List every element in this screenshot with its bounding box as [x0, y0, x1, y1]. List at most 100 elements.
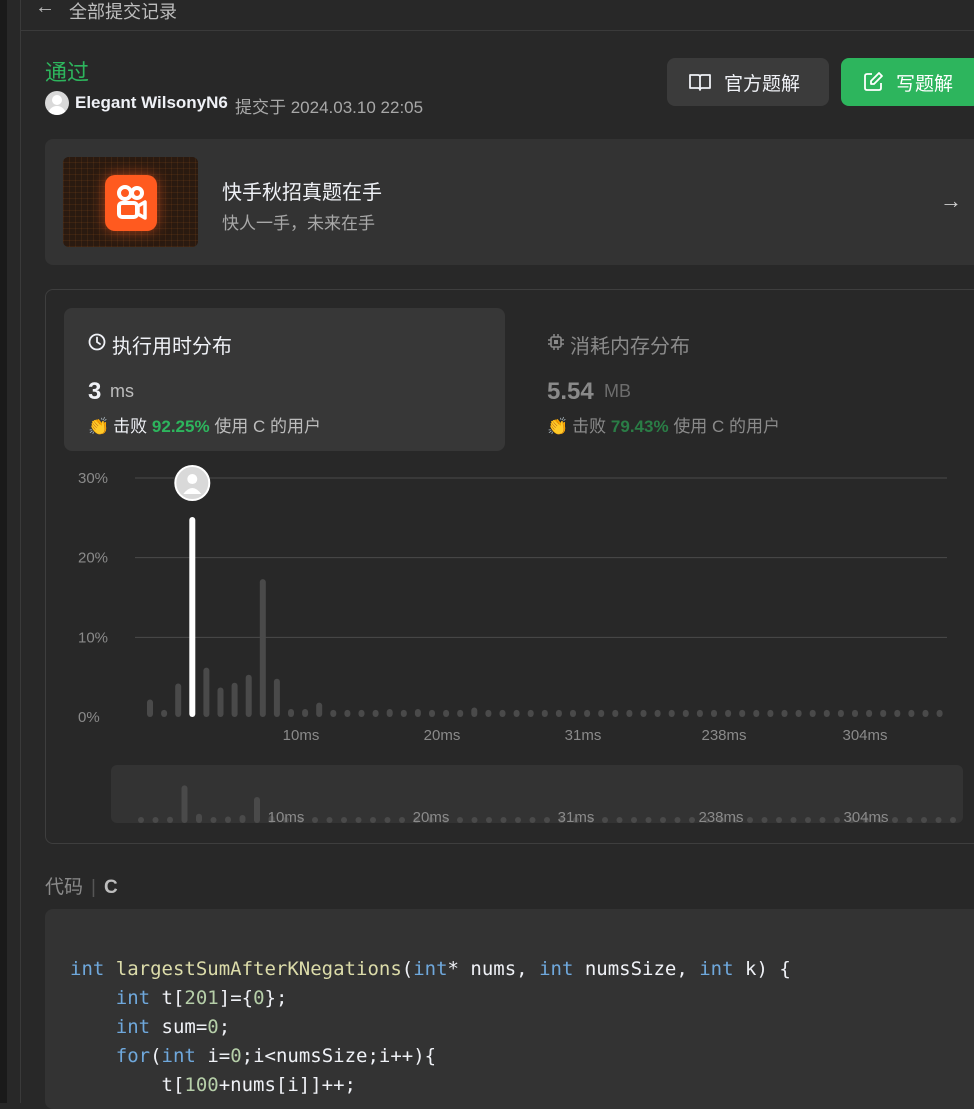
clap-icon: 👏 [547, 417, 569, 436]
bar [640, 709, 647, 717]
bar [147, 699, 153, 717]
official-solution-label: 官方题解 [724, 73, 801, 95]
overview-bar [167, 816, 173, 823]
overview-brush [111, 765, 963, 823]
bar [400, 709, 407, 717]
bar [626, 709, 633, 717]
window-left-edge [0, 0, 7, 1103]
overview-bar [906, 817, 913, 823]
bar [457, 709, 464, 717]
bar [809, 709, 816, 717]
bar [852, 709, 858, 717]
code-line: int t[201]={0}; [115, 987, 288, 1009]
overview-bar [921, 817, 927, 823]
overview-bar [341, 817, 347, 823]
runtime-value: 3 [88, 378, 102, 405]
chip-icon [548, 334, 564, 350]
overview-bar [776, 817, 782, 823]
avatar[interactable] [45, 91, 69, 115]
bar [781, 709, 788, 717]
bar [767, 709, 774, 717]
code-line: int largestSumAfterKNegations(int* nums,… [70, 958, 791, 980]
submission-time: 提交于 2024.03.10 22:05 [235, 98, 424, 117]
memory-value: 5.54 [547, 378, 594, 405]
overview-bar [312, 817, 318, 823]
bar [612, 709, 619, 717]
overview-bar [660, 817, 666, 823]
overview-bar [355, 817, 362, 823]
bar [584, 709, 591, 717]
bar [682, 709, 689, 717]
bar [753, 709, 760, 717]
overview-bar [805, 817, 811, 823]
bar [527, 709, 534, 717]
code-line: t[100+nums[i]]++; [70, 1074, 357, 1096]
overview-tick-label: 20ms [413, 809, 450, 826]
bar [541, 709, 548, 717]
edit-icon [864, 72, 883, 91]
panel-divider [20, 0, 21, 1103]
overview-bar [326, 817, 333, 823]
bar [837, 709, 844, 717]
book-icon [689, 74, 711, 91]
submission-status: 通过 [45, 60, 90, 85]
overview-bar [544, 817, 550, 823]
overview-bar [471, 817, 478, 823]
bar [372, 709, 379, 717]
overview-bar [254, 797, 260, 823]
overview-tick-label: 304ms [843, 809, 888, 826]
bar [175, 683, 182, 717]
overview-bar [210, 817, 217, 823]
overview-bar [602, 817, 608, 823]
bar [725, 709, 732, 717]
overview-bar [616, 817, 623, 823]
write-solution-label: 写题解 [896, 73, 954, 95]
bar [386, 709, 393, 717]
bar [259, 579, 266, 717]
bar [471, 707, 478, 717]
bar [273, 678, 280, 717]
overview-bar [790, 817, 797, 823]
runtime-beat-percent: 92.25% [151, 417, 210, 436]
bar [344, 709, 351, 717]
overview-bar [138, 817, 144, 823]
back-to-submissions-link[interactable]: 全部提交记录 [69, 0, 177, 24]
official-solution-button[interactable]: 官方题解 [667, 58, 829, 106]
promo-banner[interactable] [45, 139, 974, 265]
bar [443, 709, 450, 717]
arrow-right-icon[interactable]: → [940, 188, 962, 214]
memory-unit: MB [604, 381, 631, 401]
code-line: int sum=0; [115, 1016, 231, 1038]
bar [161, 709, 168, 717]
overview-bar [196, 813, 202, 823]
promo-image [63, 157, 198, 247]
overview-bar [457, 817, 463, 823]
runtime-beat-label: 击败 [113, 417, 148, 436]
memory-beat-percent: 79.43% [610, 417, 669, 436]
overview-bar [761, 817, 768, 823]
code-language: C [103, 877, 118, 898]
highlight-bar [189, 517, 196, 717]
overview-bar [892, 817, 898, 823]
topbar: ← 全部提交记录 [21, 0, 974, 31]
memory-tab[interactable]: 消耗内存分布 [570, 330, 690, 359]
overview-bar [515, 817, 521, 823]
overview-bar [399, 817, 405, 823]
bar [880, 709, 887, 717]
username[interactable]: Elegant WilsonyN6 [75, 93, 228, 113]
bar [711, 709, 717, 717]
y-tick-label: 0% [78, 709, 100, 726]
bar [570, 709, 576, 717]
x-tick-label: 304ms [842, 727, 887, 744]
overview-bar [631, 817, 637, 823]
runtime-title: 执行用时分布 [112, 336, 232, 358]
code-section-header: 代码 | C [45, 877, 118, 898]
x-tick-label: 10ms [283, 727, 320, 744]
bar [513, 709, 520, 717]
bar [922, 709, 929, 717]
runtime-distribution-chart[interactable]: 0% 10% 20% 30% 10ms 20ms 31ms 238ms 304ms 10ms 20m… [60, 465, 965, 830]
arrow-left-icon[interactable]: ← [35, 0, 55, 19]
bar [245, 674, 252, 717]
bar [316, 702, 323, 717]
write-solution-button[interactable]: 写题解 [841, 58, 974, 106]
